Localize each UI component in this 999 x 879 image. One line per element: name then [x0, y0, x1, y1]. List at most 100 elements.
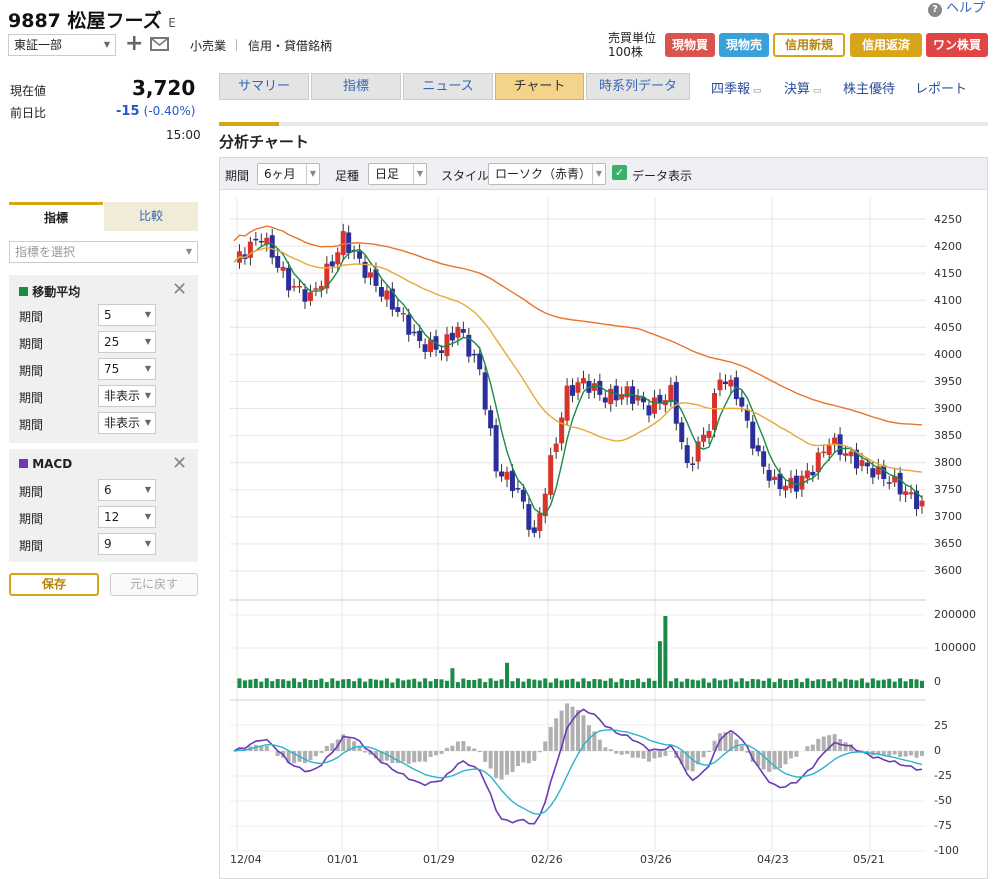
- macd-histogram-bar: [264, 745, 269, 751]
- macd-histogram-bar: [488, 751, 493, 769]
- candle-body: [520, 489, 526, 502]
- macd-histogram-bar: [794, 751, 799, 757]
- candle-body: [455, 326, 461, 338]
- volume-bar: [324, 682, 329, 688]
- volume-bar: [865, 682, 870, 688]
- volume-bar: [346, 679, 351, 688]
- volume-bar: [745, 681, 750, 688]
- macd-histogram-bar: [537, 751, 542, 753]
- candle-body: [701, 434, 707, 442]
- macd-histogram-bar: [761, 751, 766, 770]
- candle-body: [919, 500, 925, 507]
- candle-body: [848, 451, 854, 457]
- candle-body: [722, 381, 728, 385]
- volume-bar: [379, 680, 384, 688]
- date-tick: 12/04: [230, 853, 262, 866]
- volume-bar: [794, 678, 799, 688]
- macd-histogram-bar: [570, 706, 575, 751]
- volume-bar: [778, 678, 783, 688]
- macd-histogram-bar: [319, 751, 324, 753]
- volume-bar: [838, 681, 843, 688]
- candle-body: [368, 272, 374, 278]
- macd-histogram-bar: [505, 751, 510, 775]
- candle-body: [504, 471, 510, 480]
- volume-bar: [723, 679, 728, 688]
- volume-bar: [526, 678, 531, 688]
- volume-bar: [876, 680, 881, 688]
- macd-histogram-bar: [461, 741, 466, 751]
- volume-bar: [537, 680, 542, 688]
- macd-tick: -50: [934, 794, 952, 807]
- macd-histogram-bar: [444, 747, 449, 751]
- volume-bar: [417, 681, 422, 688]
- price-tick: 3800: [934, 456, 962, 469]
- volume-bar: [734, 681, 739, 688]
- volume-bar: [854, 680, 859, 688]
- date-tick: 01/29: [423, 853, 455, 866]
- volume-bar: [357, 678, 362, 688]
- price-tick: 3850: [934, 429, 962, 442]
- volume-bar: [701, 678, 706, 688]
- macd-histogram-bar: [636, 751, 641, 758]
- volume-bar: [515, 678, 520, 688]
- price-tick: 4200: [934, 240, 962, 253]
- candle-body: [761, 451, 767, 467]
- price-tick: 3950: [934, 375, 962, 388]
- volume-bar: [728, 678, 733, 688]
- candle-body: [488, 410, 494, 429]
- macd-histogram-bar: [472, 748, 477, 751]
- volume-bar: [887, 678, 892, 688]
- volume-bar: [368, 678, 373, 688]
- candle-body: [815, 452, 821, 473]
- candle-body: [750, 421, 756, 449]
- candle-body: [297, 286, 303, 288]
- candle-body: [553, 443, 559, 453]
- candle-body: [307, 292, 313, 301]
- price-chart[interactable]: [0, 0, 999, 879]
- candle-body: [286, 267, 292, 291]
- macd-histogram-bar: [641, 751, 646, 759]
- candle-body: [422, 344, 428, 352]
- volume-bar: [619, 678, 624, 688]
- candle-body: [651, 397, 657, 414]
- volume-bar: [444, 680, 449, 688]
- volume-bar: [805, 678, 810, 688]
- macd-histogram-bar: [401, 751, 406, 762]
- volume-bar: [827, 681, 832, 688]
- macd-histogram-bar: [423, 751, 428, 762]
- macd-histogram-bar: [554, 718, 559, 751]
- volume-bar: [717, 680, 722, 688]
- candle-body: [657, 394, 663, 403]
- candle-body: [739, 397, 745, 407]
- volume-bar: [423, 678, 428, 688]
- candle-body: [460, 329, 466, 333]
- volume-bar: [576, 681, 580, 688]
- candle-body: [782, 485, 788, 491]
- volume-bar: [679, 681, 684, 688]
- candle-body: [526, 504, 532, 530]
- volume-bar: [499, 679, 504, 688]
- volume-bar: [532, 679, 537, 688]
- macd-histogram-bar: [428, 751, 433, 758]
- macd-histogram-bar: [313, 751, 318, 757]
- volume-bar: [799, 682, 804, 688]
- volume-bar: [914, 679, 919, 688]
- macd-histogram-bar: [892, 751, 897, 755]
- candle-body: [542, 493, 548, 517]
- volume-bar: [483, 682, 488, 688]
- candle-body: [515, 488, 521, 490]
- candle-body: [253, 238, 259, 241]
- candle-body: [406, 314, 412, 335]
- volume-bar: [384, 678, 389, 688]
- macd-histogram-bar: [526, 751, 531, 764]
- macd-histogram-bar: [903, 751, 908, 757]
- macd-histogram-bar: [821, 736, 826, 751]
- price-tick: 4000: [934, 348, 962, 361]
- date-tick: 04/23: [757, 853, 789, 866]
- macd-histogram-bar: [887, 751, 892, 757]
- macd-histogram-bar: [619, 751, 624, 755]
- candle-body: [712, 393, 718, 430]
- candle-body: [602, 397, 608, 403]
- macd-histogram-bar: [630, 751, 635, 758]
- candle-body: [499, 471, 505, 477]
